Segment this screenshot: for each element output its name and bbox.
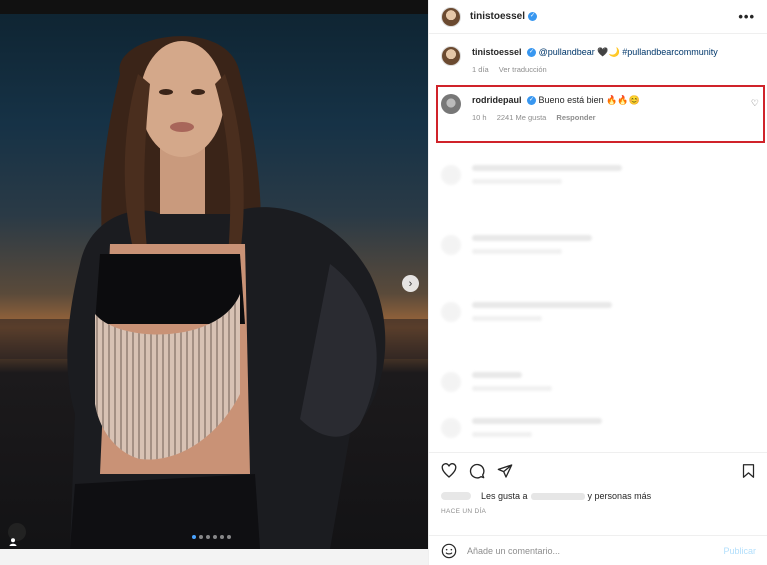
likes-suffix: y personas más	[587, 491, 652, 501]
photo-illustration	[0, 36, 428, 549]
comment-likes[interactable]: 2241 Me gusta	[497, 113, 547, 122]
add-comment-bar: Publicar	[429, 535, 767, 565]
share-icon[interactable]	[497, 463, 513, 479]
caption-avatar[interactable]	[441, 46, 461, 66]
carousel-dot	[192, 535, 196, 539]
post-sidebar: tinistoessel ✓ ••• tinistoessel ✓ @pulla…	[428, 0, 767, 565]
photo-bottom-strip	[0, 549, 428, 565]
emoji-icon[interactable]	[441, 543, 457, 559]
likes-summary[interactable]: Les gusta a y personas más	[441, 491, 756, 501]
comment-username[interactable]: rodridepaul	[472, 95, 522, 105]
carousel-dot	[227, 535, 231, 539]
caption-emoji: 🖤🌙	[597, 47, 620, 57]
list-item	[441, 235, 759, 255]
author-username[interactable]: tinistoessel	[470, 11, 525, 22]
post-photo[interactable]: ›	[0, 0, 428, 565]
verified-icon: ✓	[527, 96, 537, 106]
chevron-right-icon[interactable]: ›	[402, 275, 419, 292]
list-item	[441, 418, 759, 438]
verified-icon: ✓	[528, 12, 538, 21]
caption-hashtag[interactable]: #pullandbearcommunity	[622, 47, 718, 57]
post-timestamp: HACE UN DÍA	[441, 508, 487, 515]
more-options-icon[interactable]: •••	[738, 9, 755, 24]
comment-icon[interactable]	[469, 463, 485, 479]
post-caption: tinistoessel ✓ @pullandbear 🖤🌙 #pullandb…	[429, 34, 767, 76]
carousel-dot	[220, 535, 224, 539]
author-avatar[interactable]	[441, 6, 461, 27]
comment-time: 10 h	[472, 113, 487, 122]
liker-avatars	[441, 492, 471, 500]
commenter-avatar[interactable]	[441, 94, 461, 114]
carousel-dot	[213, 535, 217, 539]
list-item	[441, 302, 759, 322]
post-header: tinistoessel ✓ •••	[429, 0, 767, 34]
comment-input[interactable]	[467, 545, 724, 556]
caption-username[interactable]: tinistoessel	[472, 47, 522, 57]
reply-button[interactable]: Responder	[556, 113, 595, 122]
bookmark-icon[interactable]	[741, 463, 756, 479]
liker-name-redacted[interactable]	[530, 492, 585, 500]
comment-like-icon[interactable]: ♡	[751, 98, 759, 124]
publish-button[interactable]: Publicar	[723, 546, 756, 556]
photo-top-strip	[0, 0, 428, 14]
list-item	[441, 372, 759, 392]
list-item	[441, 165, 759, 185]
caption-time: 1 día	[472, 65, 489, 74]
translate-link[interactable]: Ver traducción	[499, 65, 547, 74]
carousel-dot	[206, 535, 210, 539]
likes-prefix: Les gusta a	[481, 491, 528, 501]
carousel-indicator	[192, 535, 231, 539]
comment-item: rodridepaul ✓ Bueno está bien 🔥🔥😊 10 h 2…	[441, 94, 759, 124]
heart-icon[interactable]	[441, 463, 457, 479]
carousel-dot	[199, 535, 203, 539]
verified-icon: ✓	[527, 48, 537, 58]
post-actions: Les gusta a y personas más HACE UN DÍA	[429, 452, 767, 515]
comment-text: Bueno está bien 🔥🔥😊	[538, 95, 640, 105]
user-tag-icon[interactable]	[8, 523, 26, 546]
caption-mention[interactable]: @pullandbear	[539, 47, 595, 57]
